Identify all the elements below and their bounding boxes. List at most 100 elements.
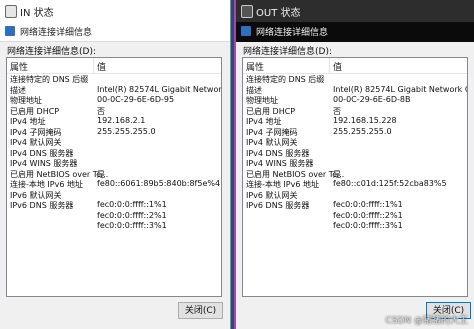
detail-value: 255.255.255.0	[97, 126, 156, 136]
detail-row[interactable]: 物理地址 00-0C-29-6E-6D-8B	[243, 95, 467, 106]
detail-row[interactable]: fec0:0:0:ffff::2%1	[7, 211, 221, 222]
details-list[interactable]: 属性 值 连接特定的 DNS 后缀 描述 Intel(R) 82574L Gigab…	[6, 57, 222, 297]
detail-property: 描述	[246, 85, 262, 95]
detail-value: fec0:0:0:ffff::2%1	[97, 210, 167, 220]
detail-property: IPv6 DNS 服务器	[246, 201, 310, 210]
details-label: 网络连接详细信息(D):	[243, 47, 332, 57]
detail-row[interactable]: 已启用 DHCP 否	[243, 106, 467, 117]
network-status-icon	[5, 5, 17, 18]
detail-value: fe80::c01d:125f:52cba83%5	[333, 179, 447, 188]
detail-value: 是	[333, 169, 341, 179]
detail-row[interactable]: fec0:0:0:ffff::3%1	[243, 221, 467, 232]
detail-value: Intel(R) 82574L Gigabit Network Conne	[333, 84, 467, 94]
detail-property: 连接特定的 DNS 后缀	[246, 75, 325, 84]
column-divider[interactable]	[329, 58, 330, 73]
detail-property: IPv4 子网掩码	[10, 127, 62, 137]
dialog-titlebar[interactable]: 网络连接详细信息	[0, 22, 230, 42]
window-title: OUT 状态	[256, 8, 301, 19]
out-status-titlebar[interactable]: OUT 状态	[236, 0, 474, 22]
detail-row[interactable]: IPv4 默认网关	[7, 137, 221, 148]
detail-property: IPv4 地址	[246, 117, 282, 126]
detail-value: fec0:0:0:ffff::3%1	[333, 221, 403, 230]
detail-value: fec0:0:0:ffff::1%1	[333, 200, 403, 209]
detail-value: fe80::6061:89b5:840b:8f5e%4	[97, 179, 221, 188]
detail-row[interactable]: fec0:0:0:ffff::3%1	[7, 221, 221, 232]
detail-row[interactable]: 连接特定的 DNS 后缀	[7, 74, 221, 85]
csdn-watermark: CSDN @猪猪的大王	[385, 316, 468, 326]
detail-row[interactable]: IPv6 DNS 服务器 fec0:0:0:ffff::1%1	[7, 200, 221, 211]
detail-row[interactable]: IPv4 地址 192.168.2.1	[7, 116, 221, 127]
detail-property: 物理地址	[246, 96, 278, 105]
detail-row[interactable]: 连接-本地 IPv6 地址 fe80::6061:89b5:840b:8f5e%4	[7, 179, 221, 190]
network-icon	[241, 26, 251, 36]
detail-property: IPv6 DNS 服务器	[10, 201, 74, 210]
detail-property: 已启用 NetBIOS over Tc...	[246, 169, 345, 179]
detail-value: fec0:0:0:ffff::1%1	[97, 200, 167, 209]
detail-row[interactable]: 已启用 NetBIOS over Tc... 是	[7, 169, 221, 180]
detail-value: 192.168.15.228	[333, 116, 397, 125]
detail-value: fec0:0:0:ffff::3%1	[97, 221, 167, 230]
detail-row[interactable]: 连接特定的 DNS 后缀	[243, 74, 467, 85]
in-status-titlebar[interactable]: IN 状态	[0, 0, 230, 22]
column-header-value[interactable]: 值	[97, 60, 106, 73]
detail-row[interactable]: IPv4 DNS 服务器	[243, 148, 467, 159]
detail-row[interactable]: IPv6 DNS 服务器 fec0:0:0:ffff::1%1	[243, 200, 467, 211]
detail-property: IPv6 默认网关	[10, 190, 62, 200]
close-button[interactable]: 关闭(C)	[178, 302, 223, 319]
detail-value: 255.255.255.0	[333, 126, 392, 136]
details-rows: 连接特定的 DNS 后缀 描述 Intel(R) 82574L Gigabit Ne…	[7, 74, 221, 232]
detail-row[interactable]: IPv4 地址 192.168.15.228	[243, 116, 467, 127]
detail-property: 描述	[10, 85, 26, 95]
detail-property: IPv4 DNS 服务器	[10, 148, 74, 158]
detail-value: 否	[97, 106, 105, 116]
detail-row[interactable]: 描述 Intel(R) 82574L Gigabit Network Conne	[7, 85, 221, 96]
detail-property: 连接-本地 IPv6 地址	[10, 180, 83, 189]
network-status-icon	[241, 5, 253, 18]
detail-row[interactable]: 物理地址 00-0C-29-6E-6D-95	[7, 95, 221, 106]
detail-property: 物理地址	[10, 96, 42, 105]
detail-property: 已启用 DHCP	[10, 106, 60, 116]
details-label: 网络连接详细信息(D):	[7, 47, 96, 57]
detail-property: IPv4 默认网关	[10, 138, 62, 147]
detail-value: 192.168.2.1	[97, 116, 146, 125]
detail-row[interactable]: IPv6 默认网关	[243, 190, 467, 201]
in-status-window: IN 状态 网络连接详细信息 网络连接详细信息(D): 属性 值 连接特定的 D…	[0, 0, 231, 329]
detail-value: Intel(R) 82574L Gigabit Network Conne	[97, 84, 222, 94]
column-header-property[interactable]: 属性	[246, 60, 264, 73]
dialog-titlebar[interactable]: 网络连接详细信息	[236, 22, 474, 42]
detail-row[interactable]: IPv4 WINS 服务器	[243, 158, 467, 169]
detail-row[interactable]: IPv4 子网掩码 255.255.255.0	[243, 127, 467, 138]
detail-row[interactable]: IPv6 默认网关	[7, 190, 221, 201]
list-header: 属性 值	[7, 58, 221, 74]
dialog-title: 网络连接详细信息	[20, 28, 93, 38]
column-header-property[interactable]: 属性	[10, 60, 28, 73]
detail-value: 00-0C-29-6E-6D-8B	[333, 95, 411, 104]
list-header: 属性 值	[243, 58, 467, 74]
column-header-value[interactable]: 值	[333, 60, 342, 73]
detail-property: IPv4 默认网关	[246, 138, 298, 147]
detail-row[interactable]: 描述 Intel(R) 82574L Gigabit Network Conne	[243, 85, 467, 96]
detail-value: 00-0C-29-6E-6D-95	[97, 95, 175, 104]
detail-property: IPv4 DNS 服务器	[246, 148, 310, 158]
detail-property: IPv4 地址	[10, 117, 46, 126]
detail-row[interactable]: fec0:0:0:ffff::2%1	[243, 211, 467, 222]
detail-property: 已启用 DHCP	[246, 106, 296, 116]
detail-row[interactable]: IPv4 子网掩码 255.255.255.0	[7, 127, 221, 138]
detail-property: IPv4 子网掩码	[246, 127, 298, 137]
details-list[interactable]: 属性 值 连接特定的 DNS 后缀 描述 Intel(R) 82574L Gigab…	[242, 57, 468, 297]
details-rows: 连接特定的 DNS 后缀 描述 Intel(R) 82574L Gigabit Ne…	[243, 74, 467, 232]
detail-property: IPv6 默认网关	[246, 190, 298, 200]
detail-row[interactable]: 连接-本地 IPv6 地址 fe80::c01d:125f:52cba83%5	[243, 179, 467, 190]
detail-value: 否	[333, 106, 341, 116]
detail-row[interactable]: 已启用 NetBIOS over Tc... 是	[243, 169, 467, 180]
dialog-title: 网络连接详细信息	[256, 28, 329, 38]
network-icon	[5, 26, 15, 36]
detail-row[interactable]: IPv4 WINS 服务器	[7, 158, 221, 169]
detail-value: fec0:0:0:ffff::2%1	[333, 210, 403, 220]
detail-property: 连接-本地 IPv6 地址	[246, 180, 319, 189]
detail-row[interactable]: IPv4 DNS 服务器	[7, 148, 221, 159]
detail-row[interactable]: IPv4 默认网关	[243, 137, 467, 148]
detail-value: 是	[97, 169, 105, 179]
column-divider[interactable]	[93, 58, 94, 73]
detail-row[interactable]: 已启用 DHCP 否	[7, 106, 221, 117]
